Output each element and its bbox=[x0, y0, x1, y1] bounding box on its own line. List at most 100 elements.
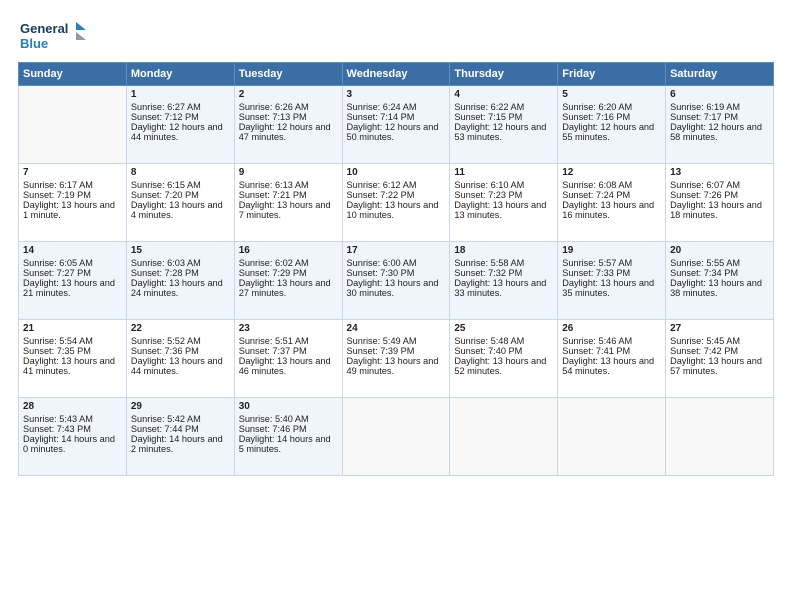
calendar-cell: 19Sunrise: 5:57 AMSunset: 7:33 PMDayligh… bbox=[558, 242, 666, 320]
date-number: 16 bbox=[239, 245, 338, 256]
date-number: 3 bbox=[347, 89, 446, 100]
calendar-cell bbox=[558, 398, 666, 476]
date-number: 4 bbox=[454, 89, 553, 100]
calendar-cell: 3Sunrise: 6:24 AMSunset: 7:14 PMDaylight… bbox=[342, 86, 450, 164]
date-number: 12 bbox=[562, 167, 661, 178]
date-number: 30 bbox=[239, 401, 338, 412]
sunrise-text: Sunrise: 6:24 AM bbox=[347, 102, 417, 112]
sunset-text: Sunset: 7:23 PM bbox=[454, 190, 522, 200]
sunrise-text: Sunrise: 6:08 AM bbox=[562, 180, 632, 190]
sunrise-text: Sunrise: 5:57 AM bbox=[562, 258, 632, 268]
date-number: 5 bbox=[562, 89, 661, 100]
calendar-cell: 10Sunrise: 6:12 AMSunset: 7:22 PMDayligh… bbox=[342, 164, 450, 242]
calendar-cell: 9Sunrise: 6:13 AMSunset: 7:21 PMDaylight… bbox=[234, 164, 342, 242]
sunset-text: Sunset: 7:22 PM bbox=[347, 190, 415, 200]
calendar-cell: 7Sunrise: 6:17 AMSunset: 7:19 PMDaylight… bbox=[19, 164, 127, 242]
daylight-text: Daylight: 13 hours and 52 minutes. bbox=[454, 356, 546, 376]
date-number: 13 bbox=[670, 167, 769, 178]
calendar-cell: 12Sunrise: 6:08 AMSunset: 7:24 PMDayligh… bbox=[558, 164, 666, 242]
sunset-text: Sunset: 7:20 PM bbox=[131, 190, 199, 200]
daylight-text: Daylight: 13 hours and 54 minutes. bbox=[562, 356, 654, 376]
daylight-text: Daylight: 13 hours and 49 minutes. bbox=[347, 356, 439, 376]
sunrise-text: Sunrise: 6:15 AM bbox=[131, 180, 201, 190]
date-number: 2 bbox=[239, 89, 338, 100]
sunset-text: Sunset: 7:42 PM bbox=[670, 346, 738, 356]
sunset-text: Sunset: 7:12 PM bbox=[131, 112, 199, 122]
daylight-text: Daylight: 13 hours and 46 minutes. bbox=[239, 356, 331, 376]
page: General Blue SundayMondayTuesdayWednesda… bbox=[0, 0, 792, 612]
date-number: 14 bbox=[23, 245, 122, 256]
sunset-text: Sunset: 7:41 PM bbox=[562, 346, 630, 356]
sunset-text: Sunset: 7:30 PM bbox=[347, 268, 415, 278]
sunset-text: Sunset: 7:36 PM bbox=[131, 346, 199, 356]
date-number: 6 bbox=[670, 89, 769, 100]
date-number: 17 bbox=[347, 245, 446, 256]
sunset-text: Sunset: 7:28 PM bbox=[131, 268, 199, 278]
daylight-text: Daylight: 13 hours and 41 minutes. bbox=[23, 356, 115, 376]
sunrise-text: Sunrise: 6:22 AM bbox=[454, 102, 524, 112]
sunrise-text: Sunrise: 5:40 AM bbox=[239, 414, 309, 424]
calendar-cell: 29Sunrise: 5:42 AMSunset: 7:44 PMDayligh… bbox=[126, 398, 234, 476]
daylight-text: Daylight: 13 hours and 33 minutes. bbox=[454, 278, 546, 298]
calendar-cell: 14Sunrise: 6:05 AMSunset: 7:27 PMDayligh… bbox=[19, 242, 127, 320]
daylight-text: Daylight: 13 hours and 13 minutes. bbox=[454, 200, 546, 220]
calendar-cell: 27Sunrise: 5:45 AMSunset: 7:42 PMDayligh… bbox=[666, 320, 774, 398]
calendar-cell: 2Sunrise: 6:26 AMSunset: 7:13 PMDaylight… bbox=[234, 86, 342, 164]
date-number: 27 bbox=[670, 323, 769, 334]
date-number: 22 bbox=[131, 323, 230, 334]
sunrise-text: Sunrise: 6:07 AM bbox=[670, 180, 740, 190]
calendar-cell: 18Sunrise: 5:58 AMSunset: 7:32 PMDayligh… bbox=[450, 242, 558, 320]
sunrise-text: Sunrise: 6:12 AM bbox=[347, 180, 417, 190]
sunrise-text: Sunrise: 6:03 AM bbox=[131, 258, 201, 268]
calendar-cell: 8Sunrise: 6:15 AMSunset: 7:20 PMDaylight… bbox=[126, 164, 234, 242]
sunrise-text: Sunrise: 5:55 AM bbox=[670, 258, 740, 268]
date-number: 19 bbox=[562, 245, 661, 256]
sunrise-text: Sunrise: 5:52 AM bbox=[131, 336, 201, 346]
sunrise-text: Sunrise: 5:51 AM bbox=[239, 336, 309, 346]
calendar-cell: 13Sunrise: 6:07 AMSunset: 7:26 PMDayligh… bbox=[666, 164, 774, 242]
sunrise-text: Sunrise: 6:02 AM bbox=[239, 258, 309, 268]
date-number: 10 bbox=[347, 167, 446, 178]
date-number: 20 bbox=[670, 245, 769, 256]
date-number: 9 bbox=[239, 167, 338, 178]
week-row-1: 1Sunrise: 6:27 AMSunset: 7:12 PMDaylight… bbox=[19, 86, 774, 164]
daylight-text: Daylight: 12 hours and 53 minutes. bbox=[454, 122, 546, 142]
daylight-text: Daylight: 13 hours and 57 minutes. bbox=[670, 356, 762, 376]
sunset-text: Sunset: 7:13 PM bbox=[239, 112, 307, 122]
sunrise-text: Sunrise: 6:17 AM bbox=[23, 180, 93, 190]
sunset-text: Sunset: 7:46 PM bbox=[239, 424, 307, 434]
calendar-cell bbox=[450, 398, 558, 476]
week-row-3: 14Sunrise: 6:05 AMSunset: 7:27 PMDayligh… bbox=[19, 242, 774, 320]
sunset-text: Sunset: 7:34 PM bbox=[670, 268, 738, 278]
daylight-text: Daylight: 12 hours and 44 minutes. bbox=[131, 122, 223, 142]
date-number: 29 bbox=[131, 401, 230, 412]
week-row-5: 28Sunrise: 5:43 AMSunset: 7:43 PMDayligh… bbox=[19, 398, 774, 476]
logo: General Blue bbox=[18, 18, 88, 54]
week-row-2: 7Sunrise: 6:17 AMSunset: 7:19 PMDaylight… bbox=[19, 164, 774, 242]
daylight-text: Daylight: 13 hours and 44 minutes. bbox=[131, 356, 223, 376]
calendar-cell bbox=[19, 86, 127, 164]
sunset-text: Sunset: 7:32 PM bbox=[454, 268, 522, 278]
sunrise-text: Sunrise: 6:10 AM bbox=[454, 180, 524, 190]
sunset-text: Sunset: 7:33 PM bbox=[562, 268, 630, 278]
day-header-sunday: Sunday bbox=[19, 63, 127, 86]
daylight-text: Daylight: 13 hours and 30 minutes. bbox=[347, 278, 439, 298]
sunset-text: Sunset: 7:26 PM bbox=[670, 190, 738, 200]
sunset-text: Sunset: 7:19 PM bbox=[23, 190, 91, 200]
sunrise-text: Sunrise: 5:43 AM bbox=[23, 414, 93, 424]
daylight-text: Daylight: 13 hours and 27 minutes. bbox=[239, 278, 331, 298]
sunrise-text: Sunrise: 5:42 AM bbox=[131, 414, 201, 424]
week-row-4: 21Sunrise: 5:54 AMSunset: 7:35 PMDayligh… bbox=[19, 320, 774, 398]
calendar-cell: 5Sunrise: 6:20 AMSunset: 7:16 PMDaylight… bbox=[558, 86, 666, 164]
day-header-friday: Friday bbox=[558, 63, 666, 86]
sunrise-text: Sunrise: 6:27 AM bbox=[131, 102, 201, 112]
daylight-text: Daylight: 13 hours and 1 minute. bbox=[23, 200, 115, 220]
sunset-text: Sunset: 7:40 PM bbox=[454, 346, 522, 356]
calendar-cell: 30Sunrise: 5:40 AMSunset: 7:46 PMDayligh… bbox=[234, 398, 342, 476]
calendar-cell: 26Sunrise: 5:46 AMSunset: 7:41 PMDayligh… bbox=[558, 320, 666, 398]
date-number: 26 bbox=[562, 323, 661, 334]
date-number: 15 bbox=[131, 245, 230, 256]
daylight-text: Daylight: 13 hours and 24 minutes. bbox=[131, 278, 223, 298]
svg-text:General: General bbox=[20, 21, 68, 36]
sunrise-text: Sunrise: 6:20 AM bbox=[562, 102, 632, 112]
